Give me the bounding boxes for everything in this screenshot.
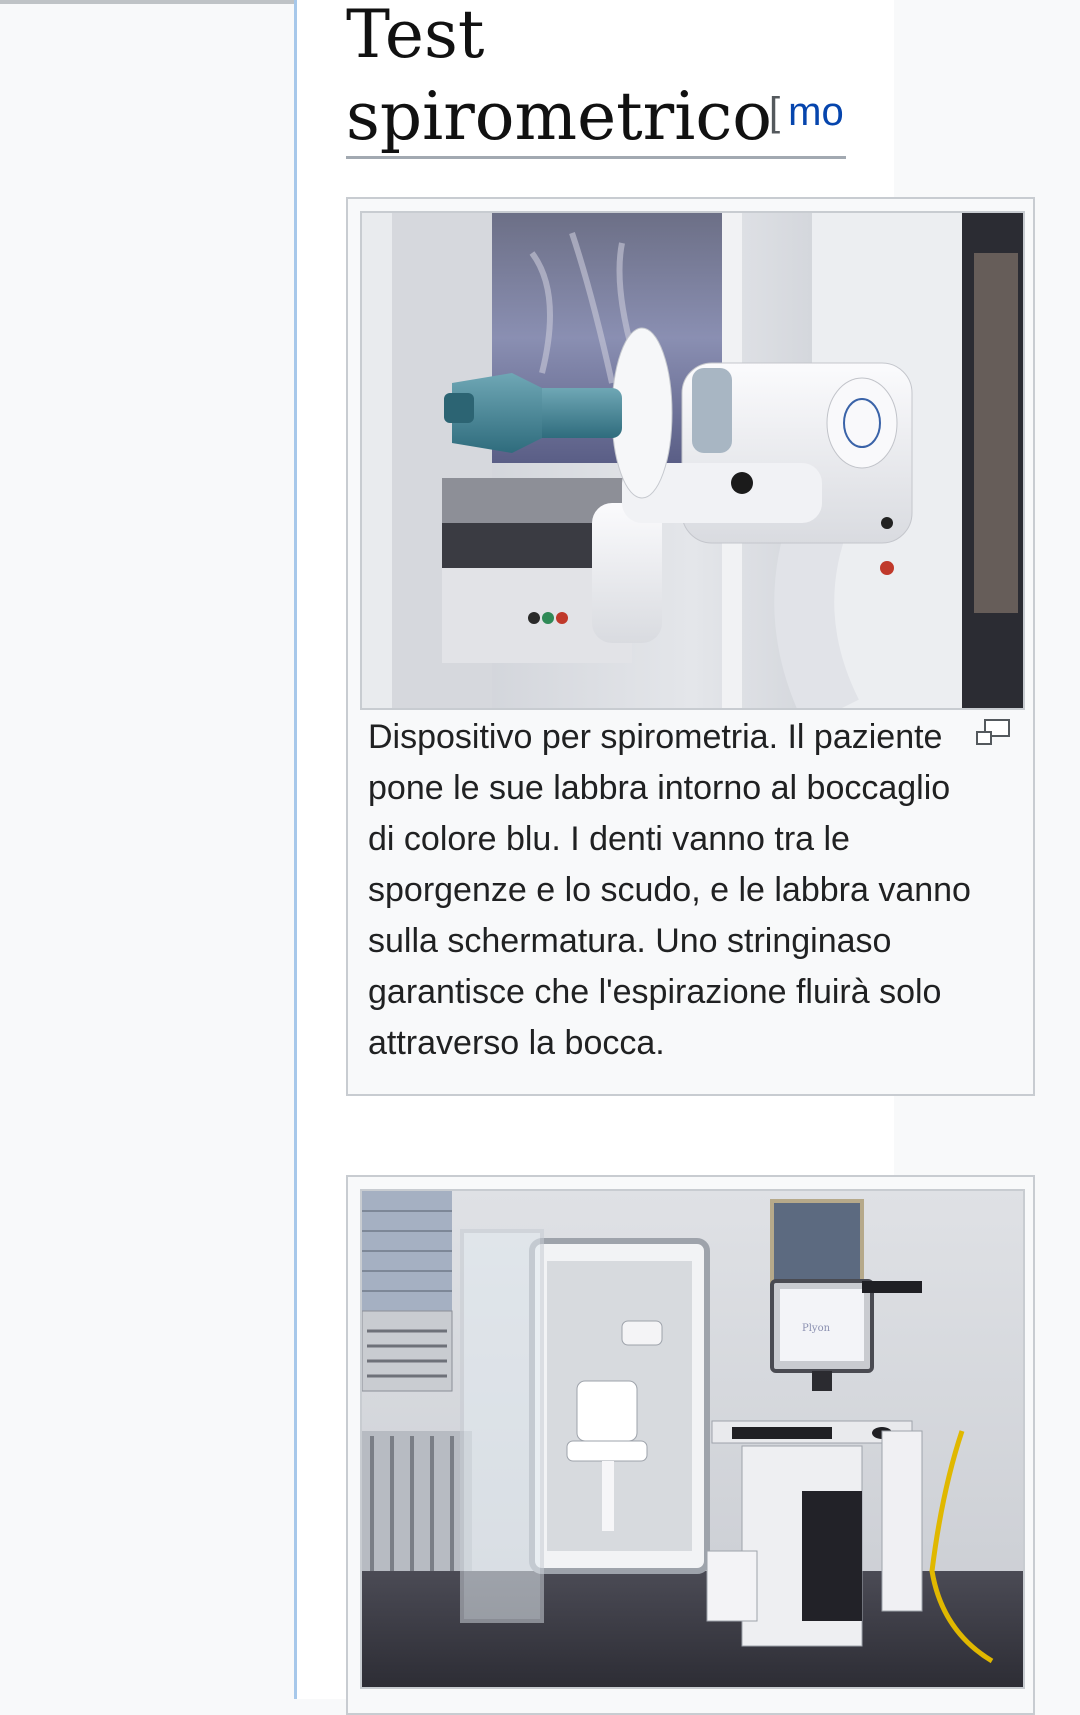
edit-bracket: [ <box>769 90 781 134</box>
figure-spirometry-booth: Plyon <box>346 1175 1035 1715</box>
spirometer-photo <box>362 213 1023 708</box>
figure-caption: Dispositivo per spirometria. Il paziente… <box>368 718 971 1062</box>
magnify-clip-icon[interactable] <box>975 718 1011 748</box>
section-heading: Test spirometrico [mo <box>346 0 846 158</box>
screen-text: Plyon <box>802 1323 831 1334</box>
section-edit-link[interactable]: [mo <box>769 87 844 137</box>
section-title-line1: Test <box>346 0 485 73</box>
figure-spirometer: Dispositivo per spirometria. Il paziente… <box>346 197 1035 1096</box>
booth-photo: Plyon <box>362 1191 1023 1687</box>
heading-underline <box>346 156 846 159</box>
section-title-line2: spirometrico <box>346 78 773 155</box>
edit-link-label[interactable]: mo <box>788 90 844 134</box>
spirometer-image[interactable] <box>360 211 1025 710</box>
booth-image[interactable]: Plyon <box>360 1189 1025 1689</box>
